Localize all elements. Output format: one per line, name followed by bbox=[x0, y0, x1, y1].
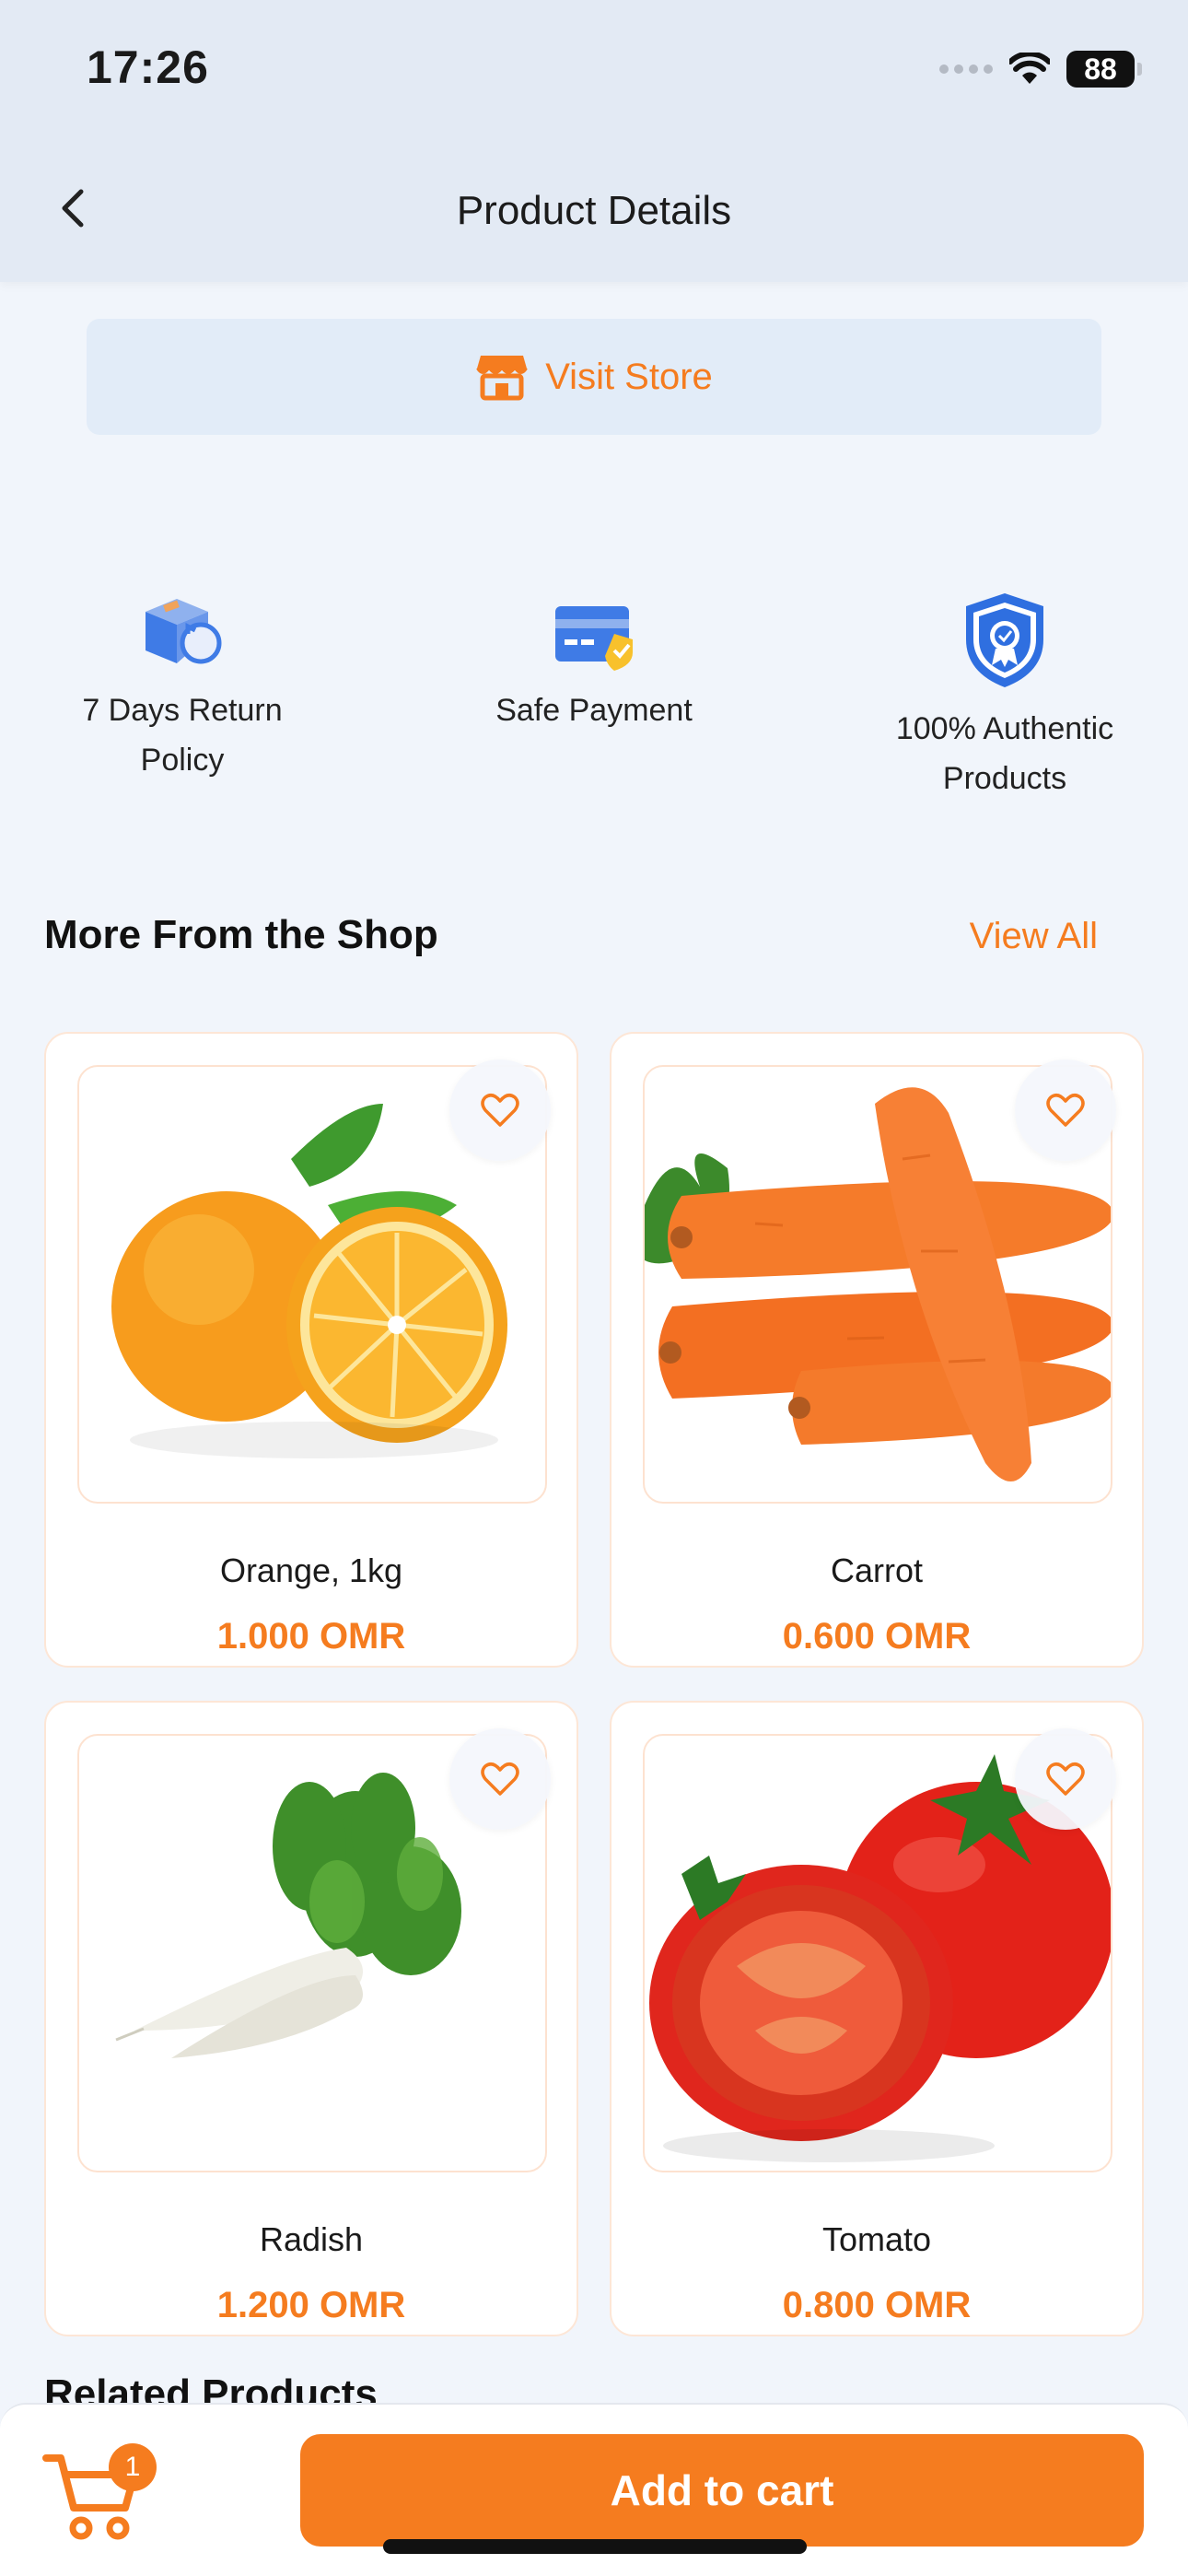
product-name: Orange, 1kg bbox=[219, 1551, 403, 1589]
visit-store-label: Visit Store bbox=[545, 356, 713, 397]
heart-icon bbox=[481, 1094, 519, 1127]
feature-return-policy: 7 Days Return Policy bbox=[53, 590, 311, 785]
add-to-cart-button[interactable]: Add to cart bbox=[300, 2434, 1144, 2547]
product-price: 1.000 OMR bbox=[216, 1616, 406, 1657]
feature-label: Safe Payment bbox=[495, 693, 693, 728]
favorite-button[interactable] bbox=[1015, 1060, 1116, 1161]
favorite-button[interactable] bbox=[449, 1060, 551, 1161]
feature-authentic: 100% Authentic Products bbox=[871, 590, 1138, 803]
heart-icon bbox=[481, 1762, 519, 1796]
heart-icon bbox=[1046, 1094, 1085, 1127]
card-shield-icon bbox=[555, 606, 633, 671]
cart-count-badge: 1 bbox=[109, 2443, 157, 2491]
section-title-more-from-shop: More From the Shop bbox=[44, 912, 438, 957]
product-price: 1.200 OMR bbox=[216, 2285, 406, 2325]
wifi-icon bbox=[1009, 53, 1050, 84]
badge-shield-icon bbox=[966, 593, 1043, 687]
heart-icon bbox=[1046, 1762, 1085, 1796]
view-all-link[interactable]: View All bbox=[970, 916, 1098, 957]
return-box-icon bbox=[146, 599, 222, 664]
product-card[interactable]: Carrot 0.600 OMR bbox=[610, 1032, 1144, 1668]
top-bar: 17:26 88 Product Details bbox=[0, 0, 1188, 282]
product-name: Carrot bbox=[830, 1551, 924, 1589]
product-name: Radish bbox=[259, 2220, 364, 2258]
product-name: Tomato bbox=[821, 2220, 932, 2258]
battery-indicator: 88 bbox=[1066, 51, 1142, 88]
store-icon bbox=[476, 356, 529, 401]
visit-store-button[interactable]: Visit Store bbox=[87, 319, 1101, 435]
home-indicator bbox=[383, 2539, 807, 2554]
product-price: 0.800 OMR bbox=[782, 2285, 972, 2325]
product-price: 0.600 OMR bbox=[782, 1616, 972, 1657]
product-card[interactable]: Tomato 0.800 OMR bbox=[610, 1701, 1144, 2336]
page-title: Product Details bbox=[456, 188, 732, 233]
favorite-button[interactable] bbox=[449, 1728, 551, 1830]
product-card[interactable]: Radish 1.200 OMR bbox=[44, 1701, 578, 2336]
product-card[interactable]: Orange, 1kg 1.000 OMR bbox=[44, 1032, 578, 1668]
status-icons: 88 bbox=[939, 46, 1142, 92]
favorite-button[interactable] bbox=[1015, 1728, 1116, 1830]
cellular-signal-icon bbox=[939, 64, 993, 74]
feature-label: 100% Authentic Products bbox=[895, 711, 1114, 796]
feature-safe-payment: Safe Payment bbox=[460, 599, 728, 735]
feature-label: 7 Days Return Policy bbox=[82, 693, 283, 778]
status-time: 17:26 bbox=[87, 41, 209, 93]
